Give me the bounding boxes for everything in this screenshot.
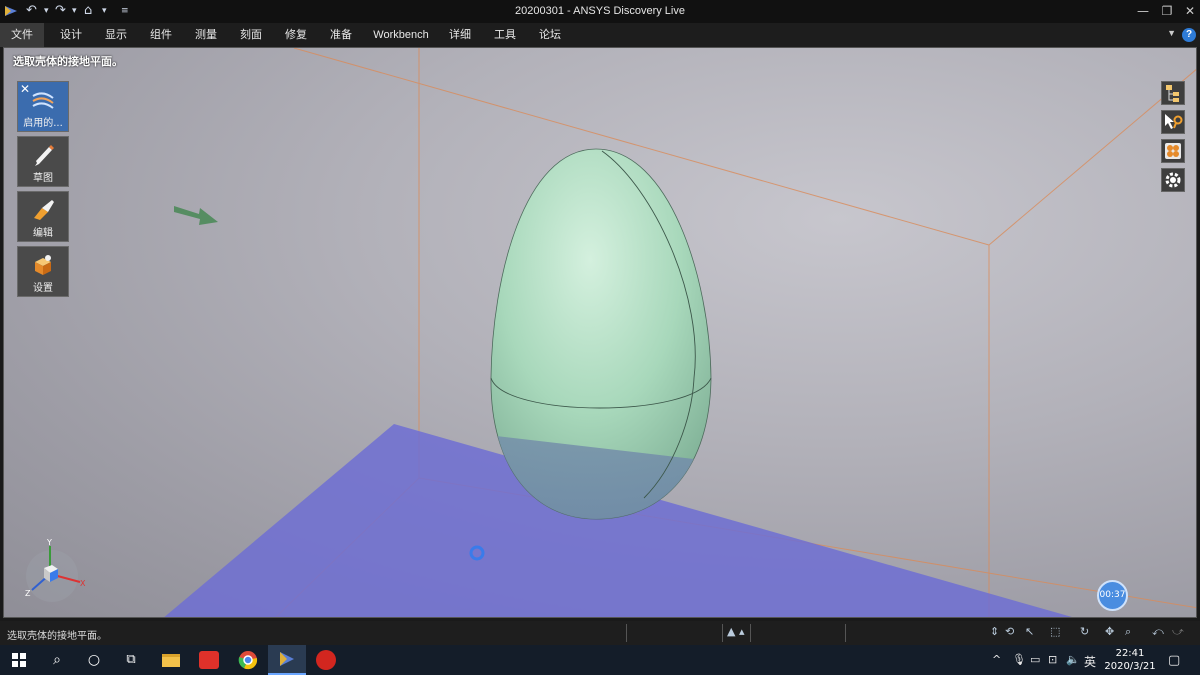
status-bar: 选取壳体的接地平面。 ▲ ▴ ⇕ ⟲ ↖ ⬚ ↻ ✥ ⌕ ⤺ ⤻ bbox=[0, 621, 1200, 645]
zoom-icon[interactable]: ⌕ bbox=[1125, 625, 1131, 639]
sketch-tool-button[interactable]: 草图 bbox=[17, 136, 69, 187]
structure-tree-button[interactable] bbox=[1161, 81, 1185, 105]
sketch-tool-label: 草图 bbox=[33, 173, 53, 184]
edit-icon bbox=[34, 200, 54, 220]
scene-canvas[interactable] bbox=[4, 48, 1197, 618]
menu-repair[interactable]: 修复 bbox=[281, 23, 311, 47]
microphone-icon[interactable]: 🎙 bbox=[1012, 653, 1026, 666]
clock-time: 22:41 bbox=[1115, 648, 1145, 659]
menu-tools[interactable]: 工具 bbox=[490, 23, 520, 47]
task-view-icon[interactable]: ⧉ bbox=[112, 645, 150, 675]
folder-shape bbox=[162, 654, 180, 667]
menu-display[interactable]: 显示 bbox=[101, 23, 131, 47]
network-icon[interactable]: ⊡ bbox=[1048, 653, 1057, 666]
rotate-view-icon[interactable]: ⟲ bbox=[1005, 625, 1014, 638]
notification-icon[interactable]: ▢ bbox=[1168, 653, 1180, 668]
window-title: 20200301 - ANSYS Discovery Live bbox=[515, 5, 685, 17]
status-separator bbox=[722, 624, 723, 642]
volume-icon[interactable]: 🔈 bbox=[1066, 653, 1080, 666]
menu-facets[interactable]: 刻面 bbox=[236, 23, 266, 47]
chrome-icon[interactable] bbox=[229, 645, 267, 675]
chrome-logo bbox=[238, 651, 258, 670]
cortana-icon[interactable]: ○ bbox=[75, 645, 113, 675]
select-mode-button[interactable] bbox=[1161, 110, 1185, 134]
menu-workbench[interactable]: Workbench bbox=[371, 23, 431, 47]
taskbar-clock[interactable]: 22:41 2020/3/21 bbox=[1100, 647, 1160, 673]
setup-tool-label: 设置 bbox=[33, 283, 53, 294]
file-explorer-icon[interactable] bbox=[152, 645, 190, 675]
box-select-icon[interactable]: ⬚ bbox=[1050, 625, 1060, 638]
menu-prepare[interactable]: 准备 bbox=[326, 23, 356, 47]
windows-logo-icon bbox=[12, 653, 26, 667]
status-text: 选取壳体的接地平面。 bbox=[7, 631, 107, 642]
menu-bar: 文件 设计 显示 组件 测量 刻面 修复 准备 Workbench 详细 工具 … bbox=[0, 23, 1200, 47]
pencil-icon bbox=[35, 145, 54, 166]
physics-icon bbox=[32, 92, 54, 109]
ime-indicator[interactable]: 英 bbox=[1084, 653, 1096, 670]
physics-tool-label: 启用的... bbox=[23, 118, 63, 129]
ribbon-dropdown-icon[interactable]: ▼ bbox=[1167, 28, 1176, 38]
minimize-icon[interactable]: — bbox=[1133, 2, 1153, 20]
menu-detail[interactable]: 详细 bbox=[445, 23, 475, 47]
close-tool-icon[interactable]: ✕ bbox=[20, 82, 30, 96]
restore-icon[interactable]: ❐ bbox=[1157, 2, 1177, 20]
menu-assembly[interactable]: 组件 bbox=[146, 23, 176, 47]
windows-taskbar: ⌕ ○ ⧉ ^ 🎙 ▭ ⊡ 🔈 英 22:41 2020/3/21 ▢ bbox=[0, 645, 1200, 675]
ansys-logo bbox=[280, 652, 294, 666]
pan-icon[interactable]: ✥ bbox=[1105, 625, 1114, 638]
menu-design[interactable]: 设计 bbox=[56, 23, 86, 47]
display-icon bbox=[1165, 143, 1181, 159]
menu-file[interactable]: 文件 bbox=[0, 23, 44, 47]
physics-tool-button[interactable]: ✕ 启用的... bbox=[17, 81, 69, 132]
netease-music-icon[interactable] bbox=[307, 645, 345, 675]
triad-z-label: Z bbox=[25, 589, 31, 598]
app-circle bbox=[316, 650, 336, 670]
egg-body[interactable] bbox=[490, 148, 712, 520]
setup-icon bbox=[35, 255, 51, 275]
clock-date: 2020/3/21 bbox=[1104, 661, 1156, 672]
edit-tool-label: 编辑 bbox=[33, 228, 53, 239]
select-icon bbox=[1165, 114, 1183, 129]
3d-viewport[interactable]: 选取壳体的接地平面。 ✕ 启用的... 草图 编辑 设置 Y X Z 00:37 bbox=[3, 47, 1197, 618]
axis-triad[interactable]: Y X Z bbox=[22, 538, 92, 608]
status-separator bbox=[750, 624, 751, 642]
direction-arrow-icon[interactable] bbox=[174, 206, 218, 225]
settings-gear-icon bbox=[1165, 172, 1181, 188]
title-bar: ↶ ▾ ↷ ▾ ⌂ ▾ ≡ 20200301 - ANSYS Discovery… bbox=[0, 0, 1200, 23]
ansys-taskbar-icon[interactable] bbox=[268, 645, 306, 675]
setup-tool-button[interactable]: 设置 bbox=[17, 246, 69, 297]
select-pointer-icon[interactable]: ↖ bbox=[1025, 625, 1034, 638]
start-button[interactable] bbox=[0, 645, 38, 675]
menu-measure[interactable]: 测量 bbox=[191, 23, 221, 47]
youdao-app-icon[interactable] bbox=[190, 645, 228, 675]
orbit-icon[interactable]: ↻ bbox=[1080, 625, 1089, 638]
status-separator bbox=[845, 624, 846, 642]
app-tile bbox=[199, 651, 219, 669]
edit-tool-button[interactable]: 编辑 bbox=[17, 191, 69, 242]
redo-view-icon[interactable]: ⤻ bbox=[1172, 625, 1184, 639]
prompt-text: 选取壳体的接地平面。 bbox=[13, 55, 123, 68]
status-separator bbox=[626, 624, 627, 642]
search-icon[interactable]: ⌕ bbox=[38, 645, 76, 675]
undo-view-icon[interactable]: ⤺ bbox=[1152, 625, 1164, 639]
selection-filter-icon[interactable]: ▲ ▴ bbox=[727, 625, 744, 638]
settings-button[interactable] bbox=[1161, 168, 1185, 192]
structure-tree-icon bbox=[1166, 85, 1179, 102]
tray-expand-icon[interactable]: ^ bbox=[992, 653, 1001, 666]
triad-y-label: Y bbox=[46, 538, 52, 547]
display-mode-button[interactable] bbox=[1161, 139, 1185, 163]
help-icon[interactable]: ? bbox=[1182, 28, 1196, 42]
timer-badge[interactable]: 00:37 bbox=[1097, 580, 1128, 611]
close-icon[interactable]: ✕ bbox=[1180, 2, 1200, 20]
triad-x-label: X bbox=[80, 579, 86, 588]
menu-forum[interactable]: 论坛 bbox=[535, 23, 565, 47]
battery-icon[interactable]: ▭ bbox=[1030, 653, 1040, 666]
spin-stepper-icon[interactable]: ⇕ bbox=[990, 625, 999, 638]
